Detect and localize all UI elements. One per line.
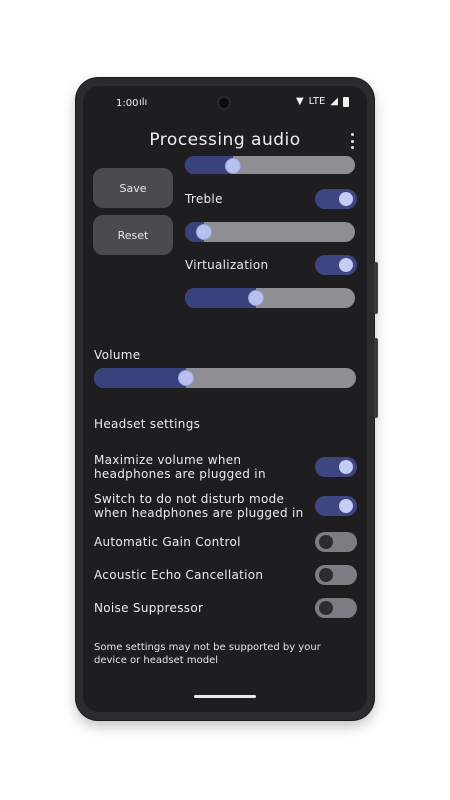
- slider-fill: [185, 288, 257, 308]
- headset-settings-heading: Headset settings: [94, 417, 201, 431]
- effect-level-slider[interactable]: [185, 156, 355, 174]
- switch-knob: [339, 460, 353, 474]
- maximize-volume-toggle[interactable]: [315, 457, 357, 477]
- wifi-icon: ▼: [295, 96, 304, 107]
- switch-knob: [339, 499, 353, 513]
- switch-knob: [319, 601, 333, 615]
- treble-slider[interactable]: [185, 222, 355, 242]
- page-title: Processing audio: [149, 130, 301, 150]
- power-button: [374, 262, 378, 314]
- support-note: Some settings may not be supported by yo…: [94, 642, 321, 666]
- automatic-gain-control-label: Automatic Gain Control: [94, 535, 241, 549]
- battery-icon: [343, 96, 349, 107]
- switch-knob: [339, 258, 353, 272]
- slider-thumb[interactable]: [177, 370, 194, 386]
- network-type: LTE: [308, 96, 326, 107]
- status-time: 1:00: [116, 98, 139, 109]
- status-bar: 1:00 ılı ▼ LTE ◢: [83, 86, 367, 120]
- treble-toggle[interactable]: [315, 189, 357, 209]
- do-not-disturb-toggle[interactable]: [315, 496, 357, 516]
- slider-thumb[interactable]: [248, 290, 265, 306]
- gesture-bar[interactable]: [194, 695, 256, 698]
- status-icons: ▼ LTE ◢: [296, 96, 349, 107]
- acoustic-echo-cancellation-toggle[interactable]: [315, 565, 357, 585]
- automatic-gain-control-toggle[interactable]: [315, 532, 357, 552]
- virtualization-slider[interactable]: [185, 288, 355, 308]
- noise-suppressor-label: Noise Suppressor: [94, 601, 204, 615]
- slider-thumb[interactable]: [195, 224, 212, 240]
- maximize-volume-label: Maximize volume when headphones are plug…: [94, 453, 266, 481]
- slider-fill: [94, 368, 186, 388]
- save-button[interactable]: Save: [93, 168, 173, 208]
- volume-label: Volume: [94, 348, 141, 362]
- more-options-icon[interactable]: [349, 133, 355, 149]
- audio-wave-icon: ılı: [139, 97, 148, 108]
- slider-thumb[interactable]: [224, 158, 241, 174]
- reset-button[interactable]: Reset: [93, 215, 173, 255]
- noise-suppressor-toggle[interactable]: [315, 598, 357, 618]
- switch-knob: [339, 192, 353, 206]
- switch-knob: [319, 535, 333, 549]
- virtualization-label: Virtualization: [185, 258, 269, 272]
- volume-button: [374, 338, 378, 418]
- acoustic-echo-cancellation-label: Acoustic Echo Cancellation: [94, 568, 264, 582]
- treble-label: Treble: [185, 192, 223, 206]
- do-not-disturb-label: Switch to do not disturb mode when headp…: [94, 492, 304, 520]
- volume-slider[interactable]: [94, 368, 356, 388]
- app-screen: 1:00 ılı ▼ LTE ◢ Processing audio Save R…: [83, 86, 367, 712]
- signal-icon: ◢: [330, 96, 338, 107]
- virtualization-toggle[interactable]: [315, 255, 357, 275]
- front-camera: [217, 96, 231, 110]
- switch-knob: [319, 568, 333, 582]
